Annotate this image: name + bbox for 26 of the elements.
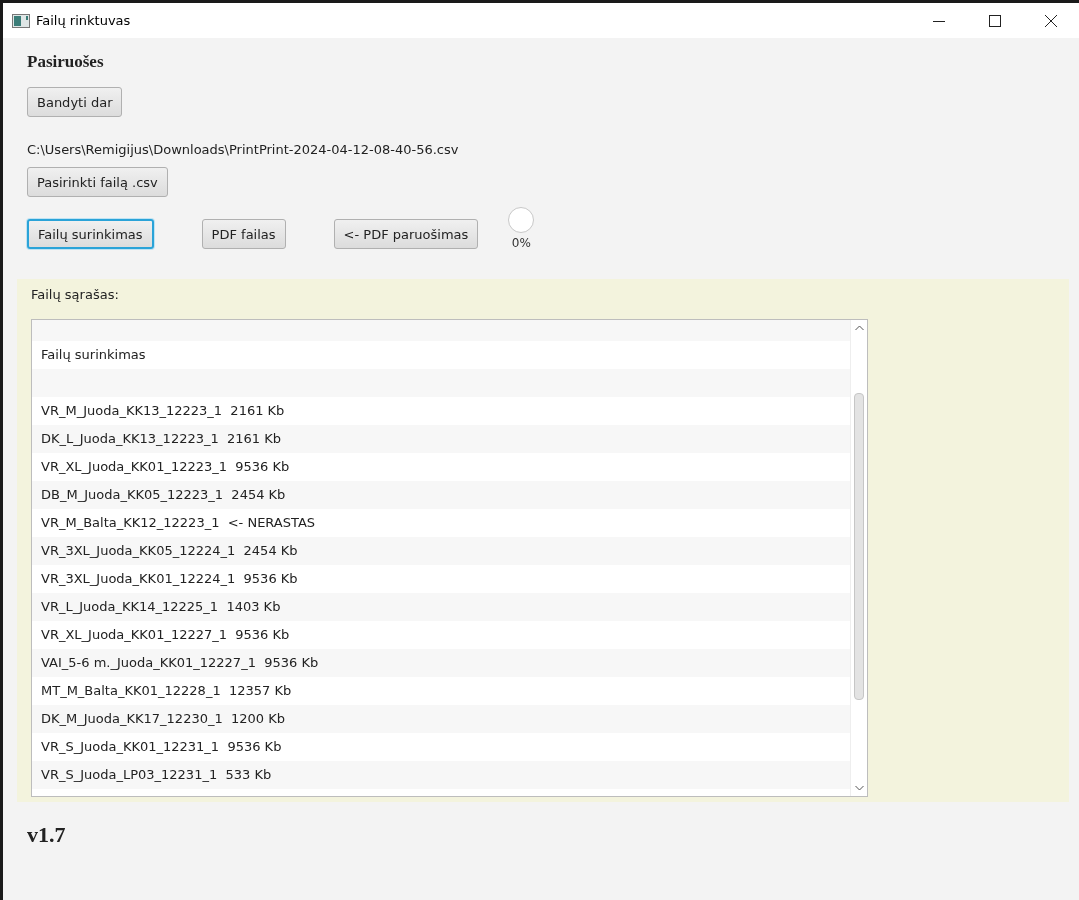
- file-path: C:\Users\Remigijus\Downloads\PrintPrint-2024-04-12-08-40-56.csv: [27, 142, 460, 159]
- retry-button[interactable]: Bandyti dar: [27, 87, 123, 117]
- action-button[interactable]: Failų surinkimas: [27, 219, 154, 249]
- app-icon: [12, 13, 30, 28]
- file-list-item[interactable]: DK_M_Juoda_KK17_12230_1 1200 Kb: [32, 705, 850, 733]
- close-icon[interactable]: [1045, 14, 1057, 27]
- file-list-item[interactable]: DK_L_Juoda_KK13_12223_1 2161 Kb: [32, 425, 850, 453]
- file-list-item[interactable]: DB_M_Juoda_KK05_12223_1 2454 Kb: [32, 481, 850, 509]
- choose-file-button[interactable]: Pasirinkti failą .csv: [27, 167, 168, 197]
- file-list-label: Failų sąrašas:: [31, 287, 120, 304]
- file-list-item[interactable]: VR_L_Juoda_KK14_12225_1 1403 Kb: [32, 593, 850, 621]
- window-title: Failų rinktuvas: [36, 13, 131, 28]
- action-button[interactable]: <- PDF paruošimas: [333, 219, 479, 249]
- progress-indicator: [507, 206, 536, 234]
- scroll-down-icon[interactable]: [854, 785, 864, 791]
- scrollbar-thumb[interactable]: [854, 393, 864, 700]
- scrollbar[interactable]: [850, 320, 867, 796]
- maximize-icon[interactable]: [989, 14, 1001, 27]
- scroll-up-icon[interactable]: [854, 325, 864, 331]
- progress-reading: 0%: [511, 236, 531, 250]
- version-label: v1.7: [27, 822, 67, 848]
- file-list-item[interactable]: VR_3XL_Juoda_KK05_12224_1 2454 Kb: [32, 537, 850, 565]
- status-heading: Pasiruošes: [27, 52, 105, 73]
- action-button[interactable]: PDF failas: [201, 219, 286, 249]
- file-list-item[interactable]: VR_S_Juoda_LP03_12231_1 533 Kb: [32, 761, 850, 789]
- file-list-item[interactable]: VAI_5-6 m._Juoda_KK01_12227_1 9536 Kb: [32, 649, 850, 677]
